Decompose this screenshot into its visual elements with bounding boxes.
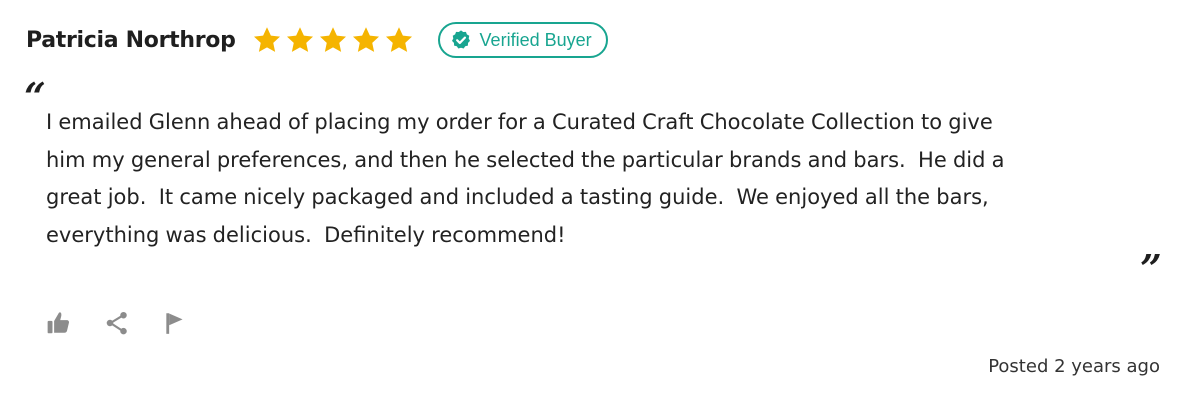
star-icon bbox=[253, 27, 280, 52]
star-icon bbox=[385, 27, 412, 52]
review-header: Patricia Northrop Verified Buyer bbox=[26, 22, 608, 58]
posted-timestamp: Posted 2 years ago bbox=[988, 356, 1160, 377]
open-quote-mark: “ bbox=[24, 74, 46, 119]
verified-buyer-label: Verified Buyer bbox=[479, 29, 592, 50]
star-icon bbox=[286, 27, 313, 52]
flag-icon bbox=[166, 313, 183, 334]
verified-buyer-badge: Verified Buyer bbox=[437, 22, 608, 58]
star-icon bbox=[319, 27, 346, 52]
review-text: I emailed Glenn ahead of placing my orde… bbox=[46, 110, 1005, 247]
close-quote-mark: ” bbox=[1140, 246, 1162, 291]
share-icon bbox=[106, 311, 127, 335]
star-rating bbox=[252, 25, 414, 55]
star-icon bbox=[352, 27, 379, 52]
thumbs-up-button[interactable] bbox=[44, 308, 74, 338]
reviewer-name: Patricia Northrop bbox=[26, 27, 236, 53]
flag-button[interactable] bbox=[160, 308, 190, 338]
verified-check-icon bbox=[451, 30, 470, 49]
review-actions bbox=[44, 308, 190, 338]
thumbs-up-icon bbox=[47, 312, 70, 334]
share-button[interactable] bbox=[102, 308, 132, 338]
